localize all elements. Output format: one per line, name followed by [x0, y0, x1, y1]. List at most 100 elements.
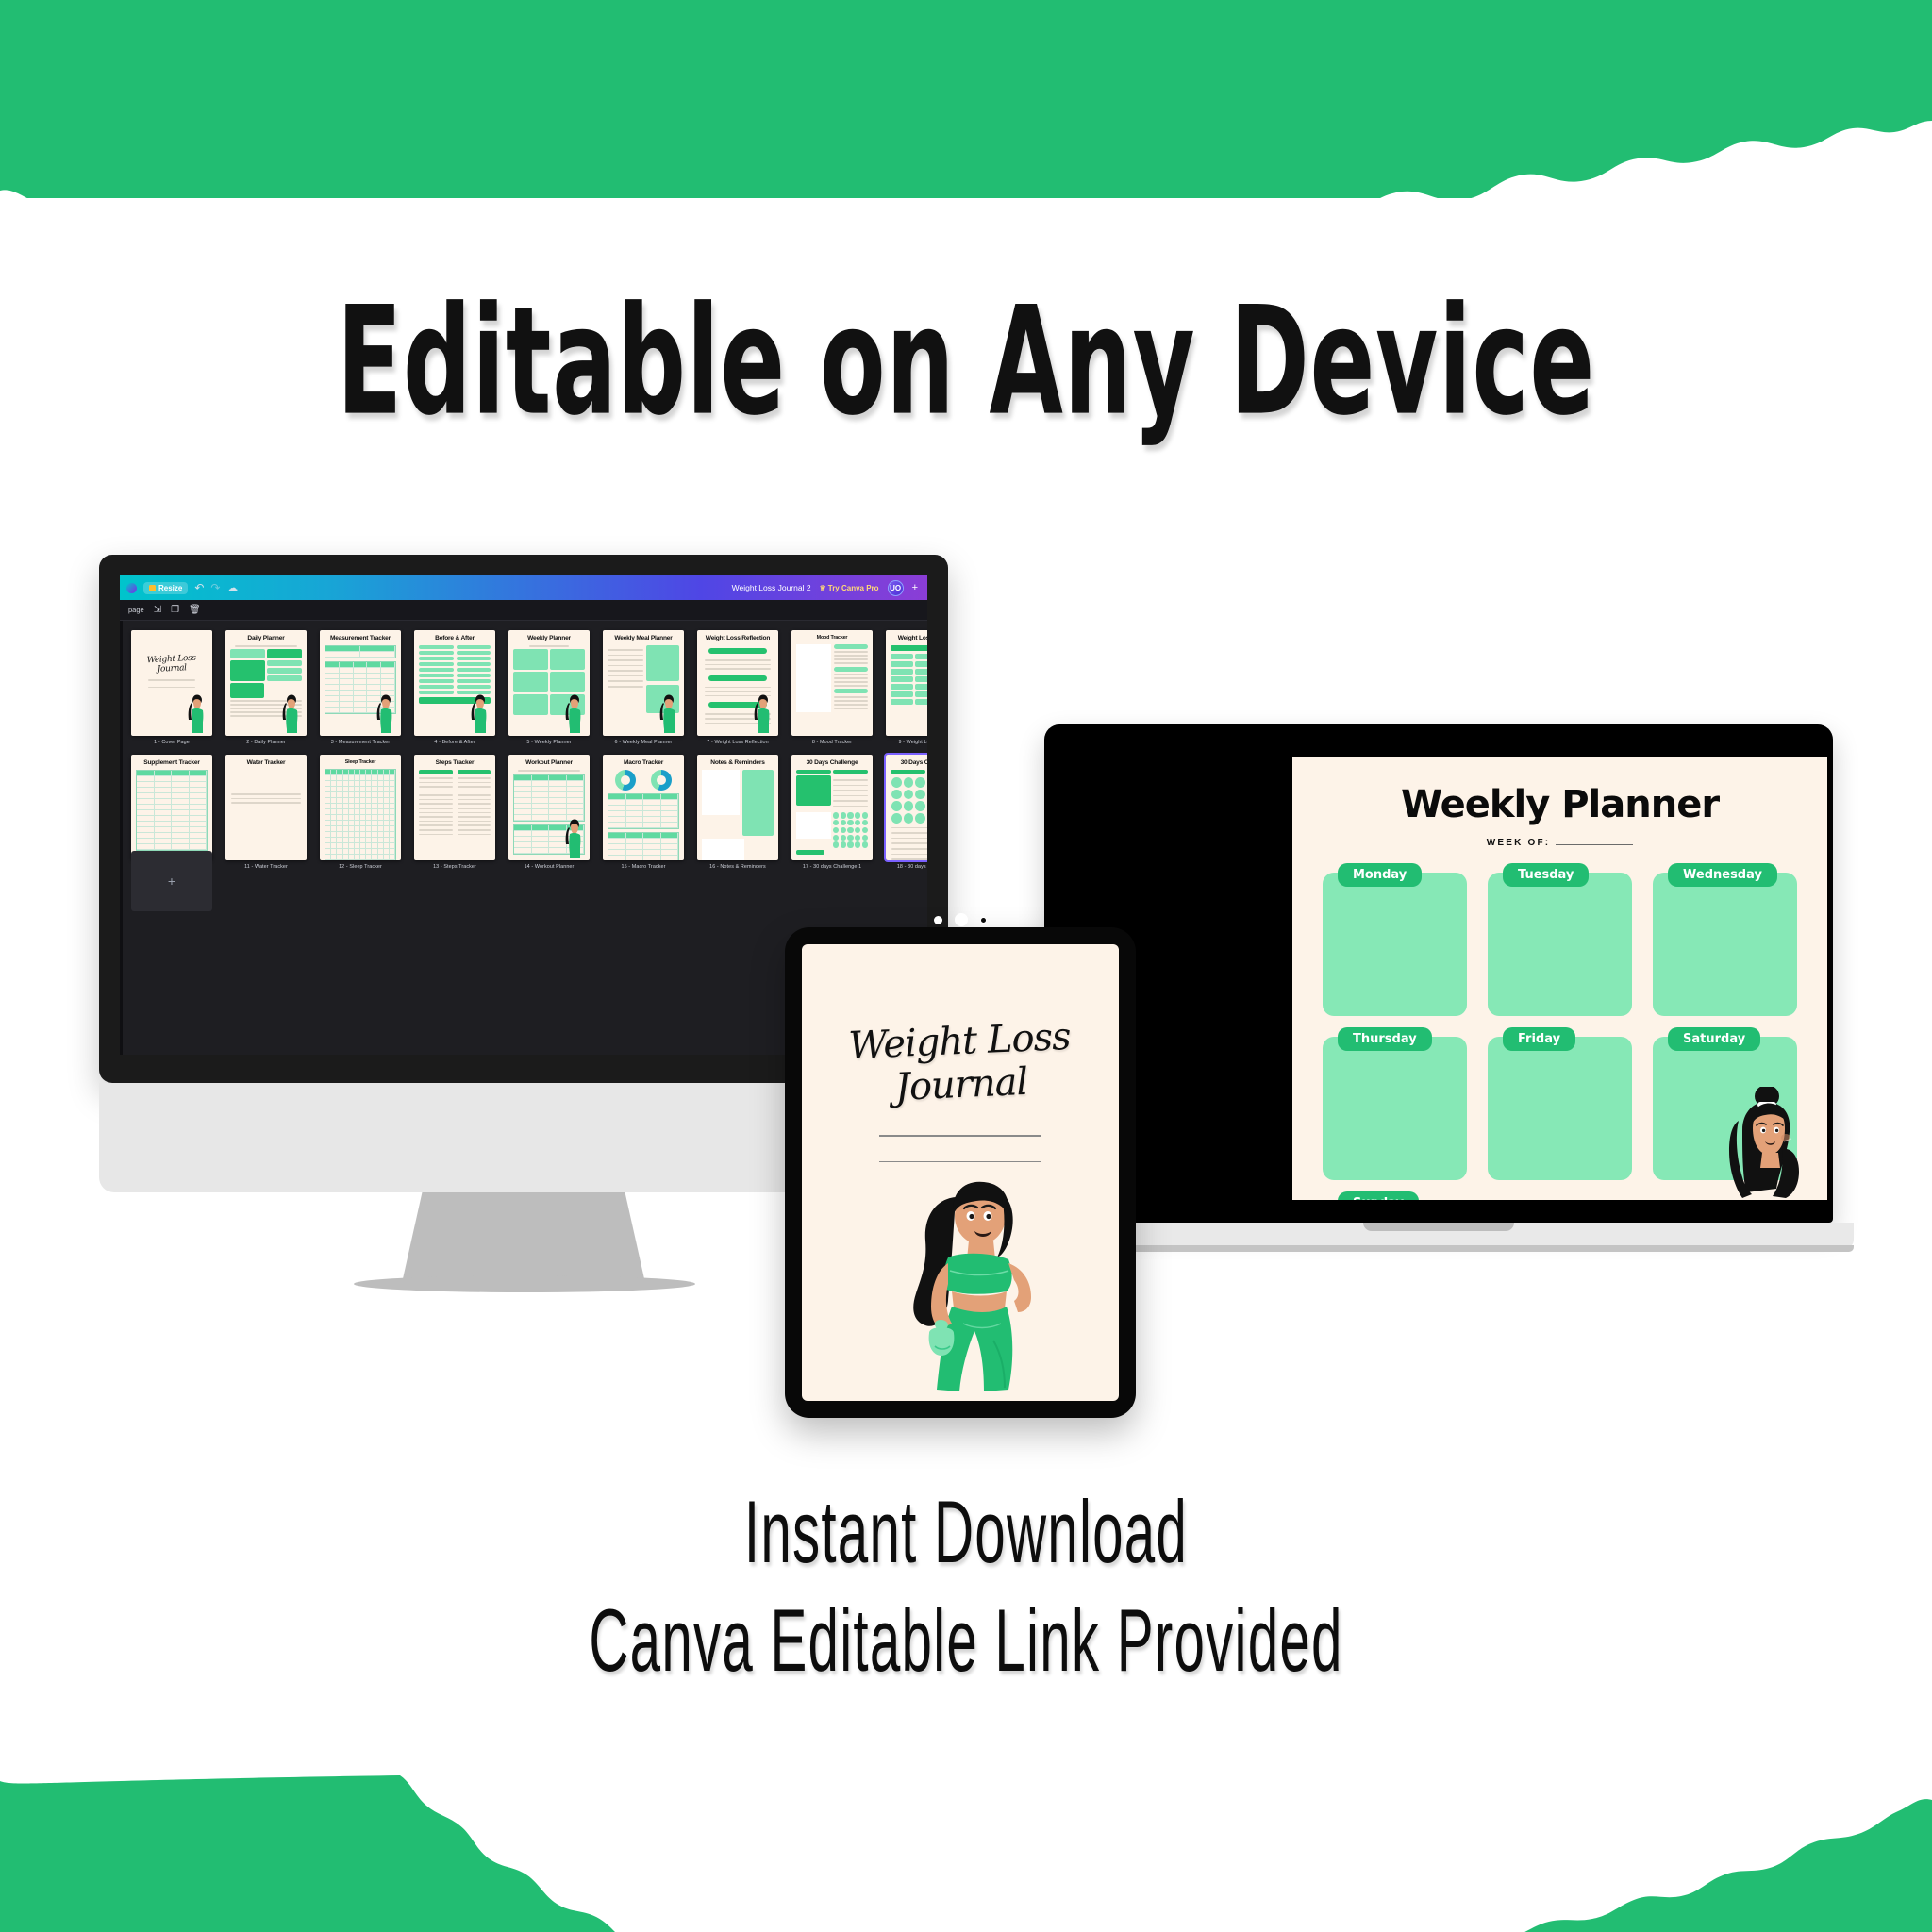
page-thumbnail-label: 6 - Weekly Meal Planner	[614, 740, 673, 745]
page-thumbnail-preview[interactable]: Weekly Planner	[508, 630, 590, 736]
planner-day-label: Saturday	[1668, 1027, 1761, 1051]
duplicate-icon[interactable]: ❐	[171, 605, 179, 615]
page-thumbnail-preview[interactable]: Notes & Reminders	[697, 755, 778, 860]
try-canva-pro-button[interactable]: ♕ Try Canva Pro	[820, 584, 879, 592]
planner-day-cell[interactable]: Sunday	[1323, 1191, 1467, 1200]
page-thumbnail-label: 16 - Notes & Reminders	[709, 864, 766, 870]
planner-day-label: Tuesday	[1503, 863, 1590, 887]
page-thumbnail[interactable]: Before & After 4 - Before & After	[414, 630, 495, 745]
laptop-mockup: Weekly Planner WEEK OF: Monday Tuesday Wed…	[1024, 724, 1854, 1272]
planner-day-notes-area[interactable]	[1653, 873, 1797, 1016]
page-thumbnail-label: 1 - Cover Page	[154, 740, 190, 745]
page-thumbnail-preview[interactable]: Before & After	[414, 630, 495, 736]
page-thumbnail[interactable]: Steps Tracker 13 - Steps Tracker	[414, 755, 495, 870]
page-thumbnail-preview[interactable]: Workout Planner	[508, 755, 590, 860]
page-thumbnail[interactable]: Weekly Planner 5 - Weekly Planner	[508, 630, 590, 745]
page-thumbnail[interactable]: Sleep Tracker 12 - Sleep Tracker	[320, 755, 401, 870]
page-thumbnail-label: 3 - Measurement Tracker	[330, 740, 391, 745]
page-thumbnail-preview[interactable]: Weight Loss Journal	[131, 630, 212, 736]
planner-day-notes-area[interactable]	[1323, 1037, 1467, 1180]
page-thumbnail-preview[interactable]: Weight Loss Reflection	[697, 630, 778, 736]
canvas-left-edge	[120, 621, 123, 1055]
plus-icon[interactable]: +	[912, 582, 918, 593]
canva-toolbar: Resize ↶ ↷ ☁ Weight Loss Journal 2 ♕ Try…	[120, 575, 927, 600]
page-thumbnail[interactable]: Notes & Reminders 16 - Notes & Reminders	[697, 755, 778, 870]
page-thumbnail-label: 2 - Daily Planner	[246, 740, 286, 745]
cover-name-line-2[interactable]	[879, 1160, 1041, 1163]
tablet-camera-dots	[934, 913, 987, 926]
page-title: Editable on Any Device	[337, 274, 1595, 449]
page-thumbnail-preview[interactable]: Mood Tracker	[791, 630, 873, 736]
page-thumbnail-preview[interactable]: Measurement Tracker	[320, 630, 401, 736]
add-page-button[interactable]: +	[131, 851, 212, 911]
page-thumbnail[interactable]: Workout Planner 14 - Workout Planner	[508, 755, 590, 870]
planner-day-label: Wednesday	[1668, 863, 1777, 887]
add-page-icon[interactable]: ⇲	[154, 605, 161, 615]
toolbar-right-group: Weight Loss Journal 2 ♕ Try Canva Pro UO…	[732, 579, 921, 596]
page-thumbnail-preview[interactable]: Sleep Tracker	[320, 755, 401, 860]
mini-figure-illustration	[282, 694, 298, 733]
page-thumbnail-preview[interactable]: Steps Tracker	[414, 755, 495, 860]
canva-logo-icon[interactable]	[126, 582, 137, 593]
page-thumbnail[interactable]: Weight Loss Tracker 9 - Weight Loss Track…	[886, 630, 927, 745]
document-title[interactable]: Weight Loss Journal 2	[732, 583, 811, 592]
crown-icon: ♕	[819, 583, 826, 592]
page-thumbnail[interactable]: Macro Tracker 15 - Macro Tracker	[603, 755, 684, 870]
week-of-field: WEEK OF:	[1292, 838, 1827, 848]
week-of-label: WEEK OF:	[1486, 838, 1551, 848]
tablet-screen: Weight Loss Journal	[802, 944, 1119, 1401]
page-thumbnail-label: 7 - Weight Loss Reflection	[707, 740, 769, 745]
planner-day-cell[interactable]: Monday	[1323, 863, 1467, 1016]
sensor-dot-icon	[980, 916, 987, 924]
mini-figure-illustration	[565, 819, 581, 858]
page-thumbnail[interactable]: 30 Days Challenge 18 - 30 days Challenge …	[884, 753, 927, 870]
cloud-saved-icon[interactable]: ☁	[226, 582, 238, 593]
planner-day-cell[interactable]: Tuesday	[1488, 863, 1632, 1016]
planner-day-notes-area[interactable]	[1488, 1037, 1632, 1180]
planner-day-cell[interactable]: Wednesday	[1653, 863, 1797, 1016]
page-thumbnail-preview[interactable]: Weight Loss Tracker	[886, 630, 927, 736]
undo-icon[interactable]: ↶	[194, 582, 204, 593]
page-thumbnail[interactable]: Measurement Tracker 3 - Measurement Track…	[320, 630, 401, 745]
resize-button[interactable]: Resize	[143, 581, 189, 594]
page-thumbnail-preview[interactable]: Water Tracker	[225, 755, 307, 860]
page-thumbnail[interactable]: Water Tracker 11 - Water Tracker	[225, 755, 307, 870]
page-thumbnail[interactable]: 30 Days Challenge 17 - 30 days Challenge …	[791, 755, 873, 870]
fitness-woman-illustration	[1729, 1087, 1799, 1198]
page-thumbnail-label: 14 - Workout Planner	[524, 864, 575, 870]
mini-figure-illustration	[188, 694, 204, 733]
page-thumbnail-label: 5 - Weekly Planner	[526, 740, 572, 745]
planner-day-label: Thursday	[1338, 1027, 1432, 1051]
page-thumbnail[interactable]: Daily Planner 2 - Daily Planner	[225, 630, 307, 745]
page-thumbnail-label: 4 - Before & After	[434, 740, 475, 745]
page-thumbnail[interactable]: Weekly Meal Planner 6 - Weekly Meal Plann…	[603, 630, 684, 745]
page-thumbnail-preview[interactable]: Weekly Meal Planner	[603, 630, 684, 736]
tablet-body: Weight Loss Journal	[785, 927, 1136, 1418]
page-thumbnail-label: 12 - Sleep Tracker	[339, 864, 382, 870]
page-thumbnail-preview[interactable]: Macro Tracker	[603, 755, 684, 860]
cover-name-line-1[interactable]	[879, 1135, 1041, 1137]
trash-icon[interactable]: 🗑	[189, 605, 201, 615]
page-thumbnail-preview[interactable]: Supplement Tracker	[131, 755, 212, 860]
mini-figure-illustration	[659, 694, 675, 733]
planner-day-notes-area[interactable]	[1323, 873, 1467, 1016]
canva-page-toolbar: page ⇲ ❐ 🗑	[120, 600, 927, 621]
avatar[interactable]: UO	[887, 579, 904, 596]
camera-dot-icon	[934, 915, 942, 924]
bottom-torn-band	[0, 1743, 1932, 1932]
week-of-input[interactable]	[1556, 843, 1634, 845]
page-thumbnail-preview[interactable]: Daily Planner	[225, 630, 307, 736]
page-thumbnail[interactable]: Weight Loss Journal 1 - Cover Page	[131, 630, 212, 745]
weekly-planner-page: Weekly Planner WEEK OF: Monday Tuesday Wed…	[1292, 757, 1827, 1200]
planner-day-cell[interactable]: Friday	[1488, 1027, 1632, 1180]
page-thumbnail-label: 8 - Mood Tracker	[811, 740, 853, 745]
page-thumbnail-preview[interactable]: 30 Days Challenge	[791, 755, 873, 860]
page-thumbnail[interactable]: Weight Loss Reflection 7 - Weight Loss Re…	[697, 630, 778, 745]
page-thumbnail[interactable]: Mood Tracker 8 - Mood Tracker	[791, 630, 873, 745]
redo-icon[interactable]: ↷	[210, 582, 220, 593]
planner-day-notes-area[interactable]	[1488, 873, 1632, 1016]
page-thumbnail-preview[interactable]: 30 Days Challenge	[884, 753, 927, 862]
planner-day-label: Monday	[1338, 863, 1423, 887]
page-thumbnail-label: 13 - Steps Tracker	[433, 864, 476, 870]
planner-day-cell[interactable]: Thursday	[1323, 1027, 1467, 1180]
